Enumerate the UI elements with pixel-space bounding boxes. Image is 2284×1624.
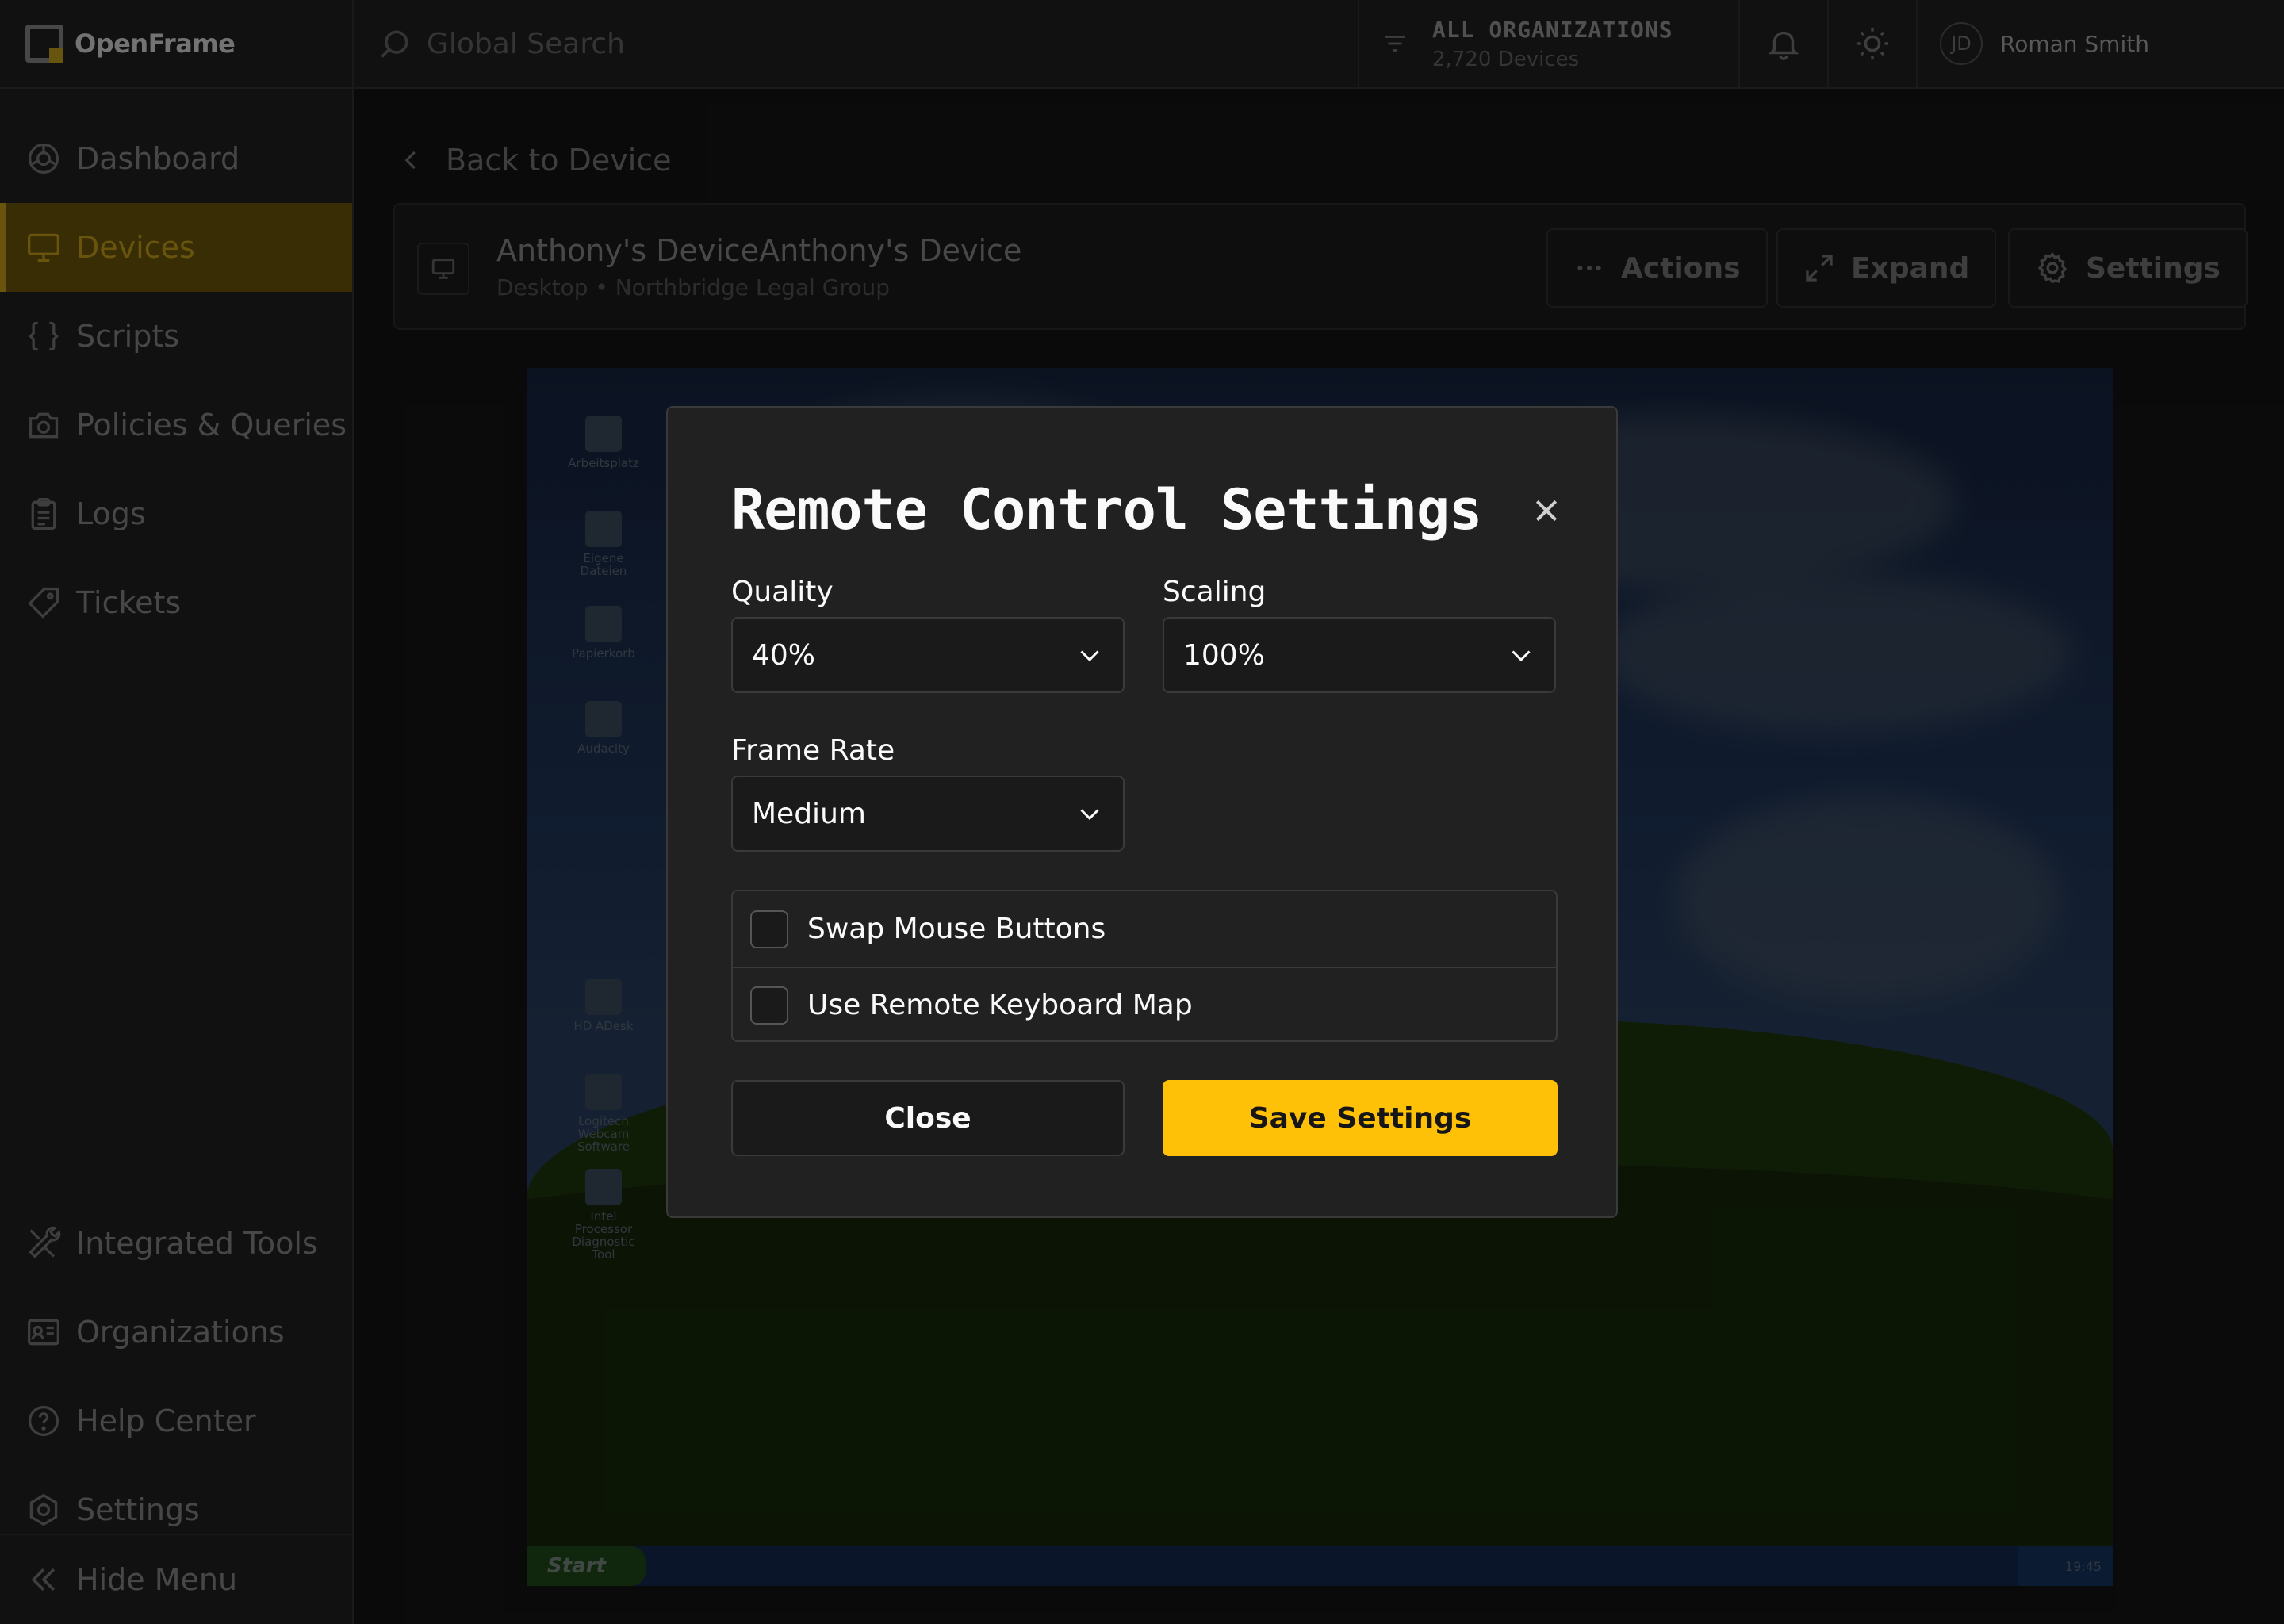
scaling-value: 100% <box>1183 638 1265 672</box>
chevron-down-icon <box>1512 650 1531 662</box>
remote-control-settings-dialog: Remote Control Settings Quality 40% Scal… <box>666 406 1618 1218</box>
scaling-select[interactable]: 100% <box>1163 617 1556 693</box>
checkbox-label: Swap Mouse Buttons <box>807 913 1106 945</box>
save-settings-button[interactable]: Save Settings <box>1163 1080 1558 1156</box>
frame-rate-value: Medium <box>752 797 866 830</box>
chevron-down-icon <box>1080 650 1099 662</box>
modal-close-button[interactable] <box>1523 487 1570 534</box>
swap-mouse-buttons-option[interactable]: Swap Mouse Buttons <box>733 891 1556 967</box>
close-icon <box>1535 500 1558 522</box>
close-button[interactable]: Close <box>731 1080 1125 1156</box>
options-checkbox-group: Swap Mouse Buttons Use Remote Keyboard M… <box>731 890 1558 1042</box>
chevron-down-icon <box>1080 809 1099 821</box>
remote-keyboard-map-option[interactable]: Use Remote Keyboard Map <box>733 967 1556 1040</box>
remote-keyboard-map-checkbox[interactable] <box>750 986 788 1025</box>
frame-rate-select[interactable]: Medium <box>731 776 1125 852</box>
quality-select[interactable]: 40% <box>731 617 1125 693</box>
quality-label: Quality <box>731 576 834 608</box>
swap-mouse-buttons-checkbox[interactable] <box>750 910 788 948</box>
checkbox-label: Use Remote Keyboard Map <box>807 989 1193 1021</box>
modal-title: Remote Control Settings <box>731 477 1482 542</box>
scaling-label: Scaling <box>1163 576 1267 608</box>
quality-value: 40% <box>752 638 816 672</box>
frame-rate-label: Frame Rate <box>731 734 895 767</box>
